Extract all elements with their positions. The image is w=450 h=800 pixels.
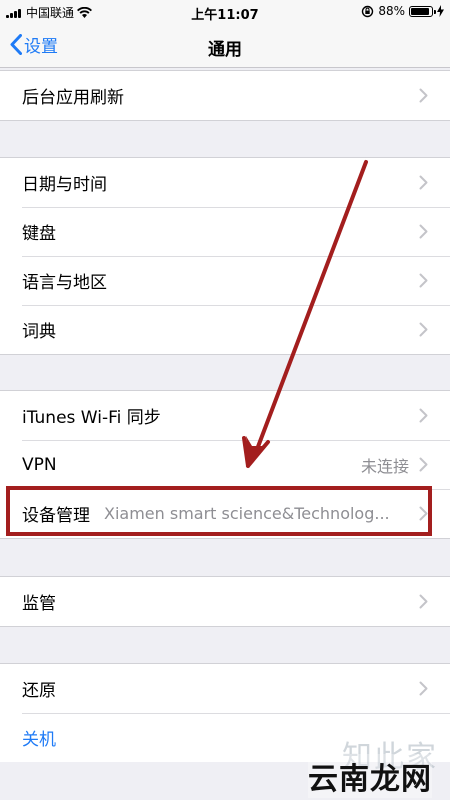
navigation-bar: 设置 通用 — [0, 24, 450, 68]
charging-bolt-icon — [437, 5, 444, 17]
chevron-right-icon — [419, 594, 428, 609]
row-itunes-wifi-sync[interactable]: iTunes Wi-Fi 同步 — [0, 391, 450, 440]
row-device-management[interactable]: 设备管理 Xiamen smart science&Technolog... — [0, 489, 450, 538]
row-language-region[interactable]: 语言与地区 — [0, 256, 450, 305]
row-label: 语言与地区 — [22, 273, 107, 293]
chevron-right-icon — [419, 224, 428, 239]
row-label: VPN — [22, 454, 57, 475]
chevron-right-icon — [419, 88, 428, 103]
chevron-right-icon — [419, 408, 428, 423]
chevron-right-icon — [419, 322, 428, 337]
chevron-right-icon — [419, 273, 428, 288]
settings-group-connections: iTunes Wi-Fi 同步 VPN 未连接 设备管理 Xiamen smar… — [0, 390, 450, 539]
chevron-right-icon — [419, 506, 428, 521]
orientation-lock-icon — [362, 5, 374, 17]
row-reset[interactable]: 还原 — [0, 664, 450, 713]
row-label: iTunes Wi-Fi 同步 — [22, 408, 161, 428]
row-keyboard[interactable]: 键盘 — [0, 207, 450, 256]
row-label: 还原 — [22, 681, 56, 701]
chevron-right-icon — [419, 175, 428, 190]
device-management-profile: Xiamen smart science&Technolog... — [104, 504, 390, 523]
shutdown-button-label: 关机 — [22, 730, 56, 750]
battery-icon — [409, 5, 436, 17]
row-supervision[interactable]: 监管 — [0, 577, 450, 626]
row-label: 词典 — [22, 322, 56, 342]
status-right: 88% — [361, 4, 444, 18]
row-vpn[interactable]: VPN 未连接 — [0, 440, 450, 489]
vpn-status: 未连接 — [360, 456, 409, 476]
battery-percent: 88% — [378, 4, 405, 18]
row-background-app-refresh[interactable]: 后台应用刷新 — [0, 71, 450, 120]
settings-group-refresh: 后台应用刷新 — [0, 70, 450, 121]
status-bar: 中国联通 上午11:07 88% — [0, 0, 450, 24]
row-label: 后台应用刷新 — [22, 88, 124, 108]
watermark-logo: 知此家 云南龙网 — [302, 732, 442, 798]
row-label: 设备管理 — [22, 506, 90, 526]
row-label: 键盘 — [22, 224, 56, 244]
page-title: 通用 — [208, 40, 242, 60]
row-date-time[interactable]: 日期与时间 — [0, 158, 450, 207]
watermark-bottom-text: 云南龙网 — [308, 754, 432, 798]
settings-group-locale: 日期与时间 键盘 语言与地区 词典 — [0, 157, 450, 355]
row-label: 日期与时间 — [22, 175, 107, 195]
chevron-right-icon — [419, 681, 428, 696]
row-label: 监管 — [22, 594, 56, 614]
battery-fill — [411, 7, 429, 15]
chevron-right-icon — [419, 457, 428, 472]
settings-group-supervision: 监管 — [0, 576, 450, 627]
row-dictionary[interactable]: 词典 — [0, 305, 450, 354]
